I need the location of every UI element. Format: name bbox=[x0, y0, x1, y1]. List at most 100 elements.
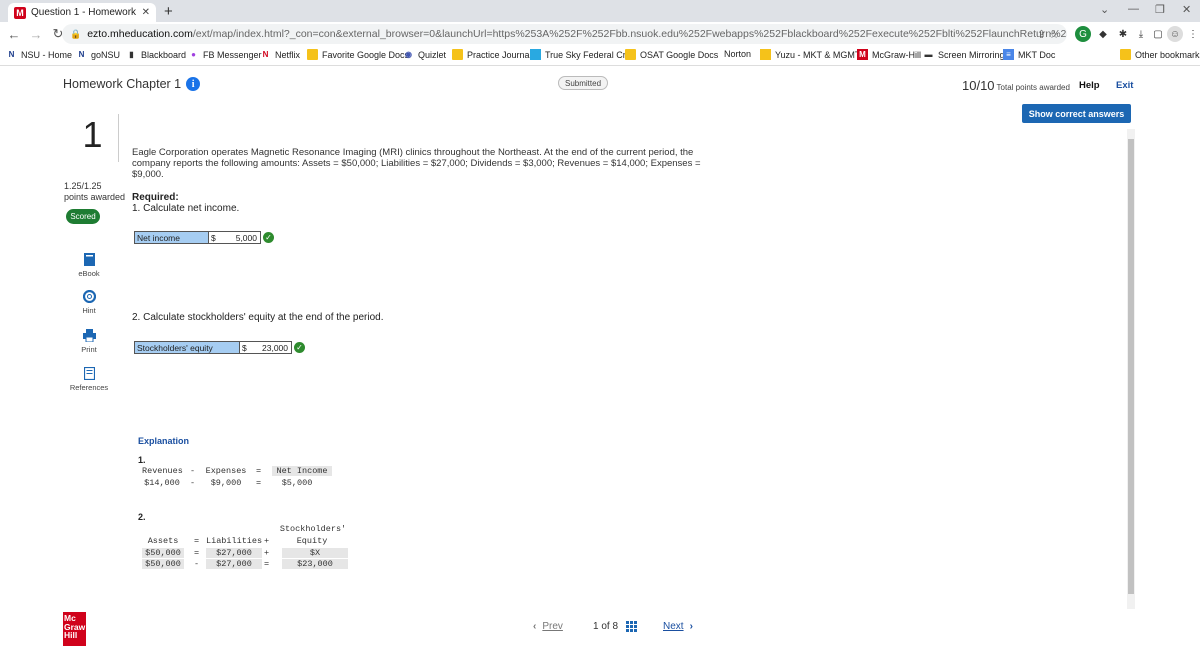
bookmark-label: Netflix bbox=[275, 49, 301, 60]
forward-icon[interactable]: → bbox=[28, 27, 44, 42]
stockholders-equity-answer-row: Stockholders' equity $ 23,000 ✓ bbox=[134, 341, 305, 354]
cell: $5,000 bbox=[281, 478, 313, 488]
nsu-logo-icon: N bbox=[78, 50, 85, 59]
next-label: Next bbox=[663, 621, 684, 632]
cell: $X bbox=[282, 548, 348, 558]
cell: Revenues bbox=[142, 466, 183, 476]
page-indicator[interactable]: 1 of 8 bbox=[593, 621, 638, 632]
bookmark-mkt-doc[interactable]: ≡ MKT Doc bbox=[1003, 49, 1055, 60]
minimize-icon[interactable]: — bbox=[1128, 3, 1139, 15]
cell: - bbox=[190, 478, 196, 488]
references-button[interactable]: References bbox=[66, 367, 112, 392]
book-icon bbox=[83, 253, 96, 266]
next-button[interactable]: Next › bbox=[663, 621, 693, 632]
close-tab-icon[interactable]: ✕ bbox=[142, 7, 150, 18]
stockholders-equity-value: 23,000 bbox=[262, 342, 288, 353]
help-link[interactable]: Help bbox=[1079, 80, 1100, 91]
cell: $27,000 bbox=[206, 559, 262, 569]
show-correct-answers-button[interactable]: Show correct answers bbox=[1022, 104, 1131, 123]
lock-icon: 🔒 bbox=[70, 28, 82, 39]
yuzu-icon bbox=[760, 49, 771, 60]
score-label: Total points awarded bbox=[996, 83, 1070, 92]
lifebuoy-icon bbox=[82, 290, 96, 303]
net-income-label: Net income bbox=[134, 231, 209, 244]
logo-line: Hill bbox=[64, 630, 78, 640]
page-total: 8 bbox=[612, 621, 619, 632]
bookmark-gonsu[interactable]: NgoNSU bbox=[76, 49, 120, 60]
cell: Equity bbox=[296, 536, 328, 546]
bookmark-screen-mirroring[interactable]: ▬ Screen Mirroring bbox=[923, 49, 1005, 60]
profile-avatar[interactable]: ☺ bbox=[1167, 26, 1183, 42]
bookmark-label: FB Messenger bbox=[203, 49, 262, 60]
bookmark-fb-messenger[interactable]: ● FB Messenger bbox=[188, 49, 262, 60]
cell: Stockholders' bbox=[279, 524, 347, 534]
bookmark-nsu-home[interactable]: N NSU - Home bbox=[6, 49, 72, 60]
bookmark-label: Screen Mirroring bbox=[938, 49, 1005, 60]
bookmark-label: Favorite Google Docs bbox=[322, 49, 410, 60]
assignment-title: Homework Chapter 1 bbox=[63, 77, 182, 91]
info-icon[interactable]: i bbox=[186, 77, 201, 91]
bookmark-label: NSU - Home bbox=[21, 49, 73, 60]
bookmark-norton[interactable]: Norton bbox=[724, 49, 751, 59]
bookmark-osat-google-docs[interactable]: OSAT Google Docs bbox=[625, 49, 718, 60]
bookmark-netflix[interactable]: N Netflix bbox=[260, 49, 300, 60]
bookmark-true-sky[interactable]: True Sky Federal Cr... bbox=[530, 49, 633, 60]
cell: = bbox=[264, 559, 270, 569]
ebook-label: eBook bbox=[78, 269, 100, 278]
download-icon[interactable]: ⤓ bbox=[1133, 26, 1149, 42]
url-path: /ext/map/index.html?_con=con&external_br… bbox=[192, 28, 1067, 40]
address-bar[interactable]: 🔒 ezto.mheducation.com/ext/map/index.htm… bbox=[62, 24, 1067, 44]
screen-mirroring-icon: ▬ bbox=[924, 50, 933, 59]
restore-icon[interactable]: ❐ bbox=[1155, 3, 1165, 16]
scored-badge: Scored bbox=[66, 209, 100, 224]
bookmark-practice-journals[interactable]: Practice Journals bbox=[452, 49, 536, 60]
browser-tab[interactable]: M Question 1 - Homework Chapter ✕ bbox=[8, 3, 156, 22]
scrollbar-thumb[interactable] bbox=[1128, 139, 1134, 594]
folder-icon bbox=[625, 49, 636, 60]
bookmark-mcgraw-hill[interactable]: M McGraw-Hill bbox=[857, 49, 921, 60]
net-income-field[interactable]: $ 5,000 bbox=[209, 231, 261, 244]
mcgraw-favicon-icon: M bbox=[14, 6, 26, 19]
quizlet-icon: ◉ bbox=[405, 50, 412, 59]
points-label: points awarded bbox=[64, 192, 126, 202]
bookmark-star-icon[interactable]: ⇪ ☆ bbox=[1037, 28, 1059, 41]
cell: $27,000 bbox=[206, 548, 262, 558]
bookmark-blackboard[interactable]: ▮ Blackboard bbox=[126, 49, 186, 60]
bookmark-yuzu[interactable]: Yuzu - MKT & MGMT bbox=[760, 49, 860, 60]
cell: - bbox=[194, 559, 200, 569]
sidepanel-icon[interactable]: ▢ bbox=[1150, 26, 1166, 42]
exit-link[interactable]: Exit bbox=[1116, 80, 1133, 91]
currency-symbol: $ bbox=[242, 342, 247, 353]
grid-icon[interactable] bbox=[626, 621, 638, 632]
bookmark-label: Practice Journals bbox=[467, 49, 537, 60]
menu-kebab-icon[interactable]: ⋮ bbox=[1185, 26, 1200, 42]
cell: Assets bbox=[147, 536, 179, 546]
cell: Expenses bbox=[205, 466, 247, 476]
new-tab-icon[interactable]: + bbox=[164, 3, 173, 20]
status-badge: Submitted bbox=[558, 76, 609, 90]
true-sky-icon bbox=[530, 49, 541, 60]
extension-diamond-icon[interactable]: ◆ bbox=[1095, 26, 1111, 42]
score-value: 10/10 bbox=[962, 78, 995, 93]
chevron-down-icon[interactable]: ⌄ bbox=[1100, 3, 1109, 16]
cell: $14,000 bbox=[144, 478, 180, 488]
bookmark-other[interactable]: Other bookmarks bbox=[1120, 49, 1200, 60]
hint-button[interactable]: Hint bbox=[66, 290, 112, 315]
print-button[interactable]: Print bbox=[66, 329, 112, 354]
prev-button[interactable]: ‹ Prev bbox=[533, 621, 563, 632]
ebook-button[interactable]: eBook bbox=[66, 253, 112, 278]
extensions-puzzle-icon[interactable]: ✱ bbox=[1115, 26, 1131, 42]
bookmark-label: McGraw-Hill bbox=[872, 49, 921, 60]
cell: + bbox=[264, 548, 270, 558]
tab-strip: M Question 1 - Homework Chapter ✕ + ⌄ — … bbox=[0, 0, 1200, 22]
close-window-icon[interactable]: ✕ bbox=[1182, 3, 1191, 16]
bookmark-label: Yuzu - MKT & MGMT bbox=[775, 49, 861, 60]
url-host: ezto.mheducation.com bbox=[87, 28, 193, 40]
bookmark-favorite-google-docs[interactable]: Favorite Google Docs bbox=[307, 49, 409, 60]
cell: = bbox=[256, 478, 262, 488]
bookmark-quizlet[interactable]: ◉ Quizlet bbox=[403, 49, 446, 60]
back-icon[interactable]: ← bbox=[6, 27, 22, 42]
grammarly-icon[interactable]: G bbox=[1075, 26, 1091, 42]
stockholders-equity-field[interactable]: $ 23,000 bbox=[240, 341, 292, 354]
bookmark-label: Blackboard bbox=[141, 49, 187, 60]
